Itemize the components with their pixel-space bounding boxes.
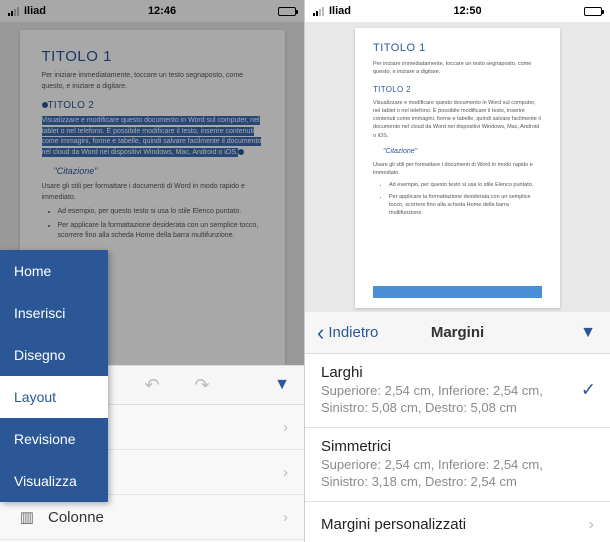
doc-list-item: Per applicare la formattazione desiderat… (389, 193, 542, 218)
document-page[interactable]: TITOLO 1 Per iniziare immediatamente, to… (355, 28, 560, 308)
heading-1: TITOLO 1 (373, 42, 542, 54)
tab-home[interactable]: Home (0, 250, 108, 292)
heading-2: TITOLO 2 (373, 85, 542, 94)
chevron-right-icon: › (283, 419, 288, 436)
battery-icon (584, 7, 602, 16)
chevron-right-icon: › (589, 516, 594, 534)
status-bar: Iliad 12:50 (305, 0, 610, 22)
tab-visualizza[interactable]: Visualizza (0, 460, 108, 502)
margins-options: Larghi Superiore: 2,54 cm, Inferiore: 2,… (305, 354, 610, 542)
doc-paragraph: Visualizzare e modificare questo documen… (373, 99, 542, 140)
checkmark-icon: ✓ (581, 380, 596, 401)
option-larghi[interactable]: Larghi Superiore: 2,54 cm, Inferiore: 2,… (305, 354, 610, 428)
option-simmetrici[interactable]: Simmetrici Superiore: 2,54 cm, Inferiore… (305, 428, 610, 502)
doc-footer (373, 286, 542, 298)
chevron-right-icon: › (283, 509, 288, 526)
undo-icon[interactable]: ↶ (141, 374, 163, 396)
option-personalizzati[interactable]: Margini personalizzati › (305, 502, 610, 542)
doc-list-item: Ad esempio, per questo testo si usa lo s… (389, 181, 542, 189)
collapse-icon[interactable]: ▼ (580, 324, 596, 342)
tab-inserisci[interactable]: Inserisci (0, 292, 108, 334)
tab-layout[interactable]: Layout (0, 376, 108, 418)
carrier-label: Iliad (329, 5, 351, 17)
ribbon-tab-menu: Home Inserisci Disegno Layout Revisione … (0, 250, 108, 502)
redo-icon[interactable]: ↷ (191, 374, 213, 396)
doc-paragraph: Per iniziare immediatamente, toccare un … (373, 60, 542, 77)
collapse-icon[interactable]: ▼ (274, 376, 290, 394)
chevron-left-icon: ‹ (317, 320, 324, 346)
document-canvas[interactable]: TITOLO 1 Per iniziare immediatamente, to… (305, 22, 610, 312)
tab-disegno[interactable]: Disegno (0, 334, 108, 376)
doc-paragraph: Usare gli stili per formattare i documen… (373, 161, 542, 178)
chevron-right-icon: › (283, 464, 288, 481)
columns-icon: ▥ (16, 508, 38, 526)
clock: 12:50 (453, 5, 481, 17)
citation: "Citazione" (383, 148, 542, 155)
tab-revisione[interactable]: Revisione (0, 418, 108, 460)
back-button[interactable]: ‹ Indietro (317, 320, 378, 346)
panel-header: ‹ Indietro Margini ▼ (305, 312, 610, 354)
